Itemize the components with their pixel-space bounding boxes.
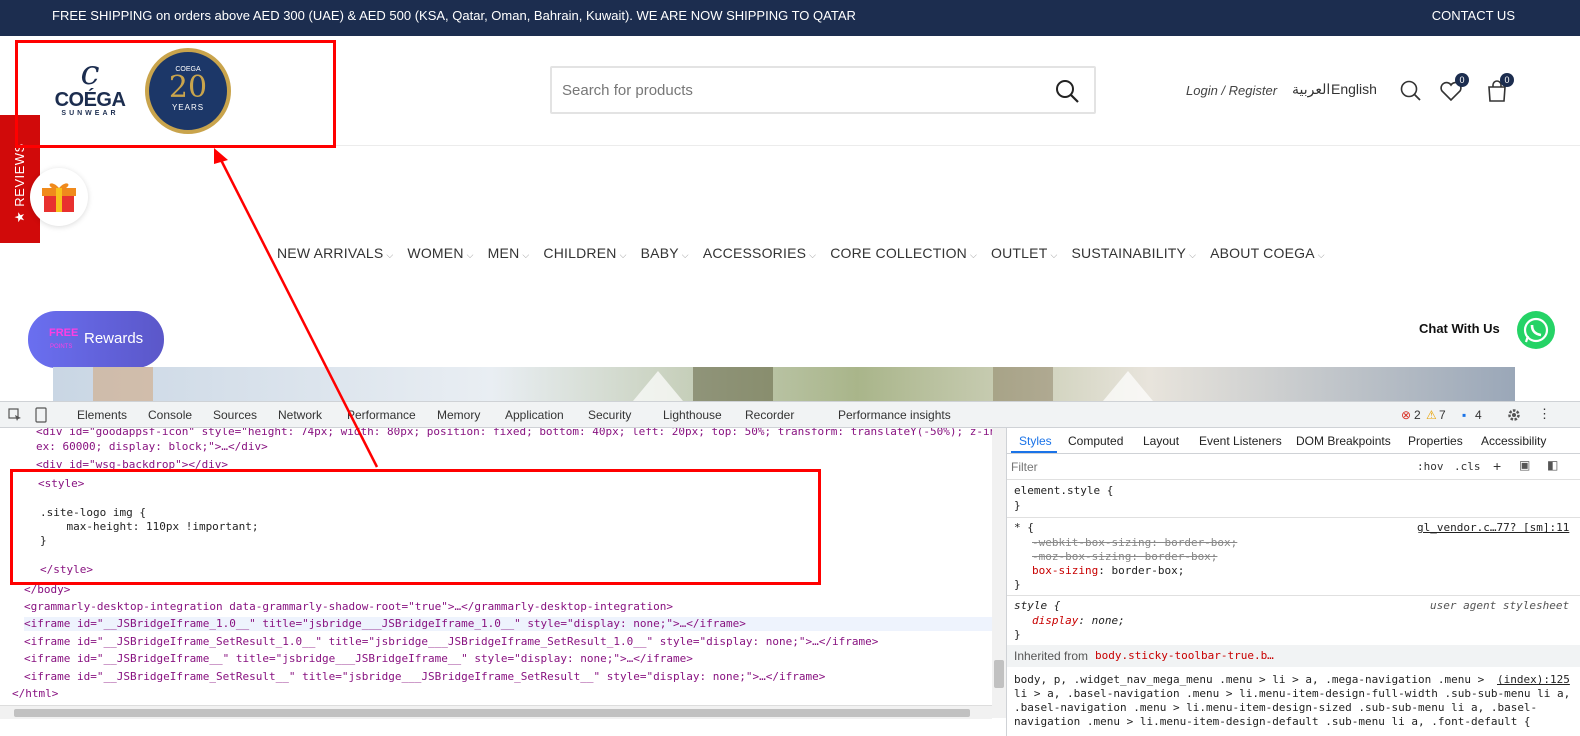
annotation-arrow (214, 148, 379, 468)
